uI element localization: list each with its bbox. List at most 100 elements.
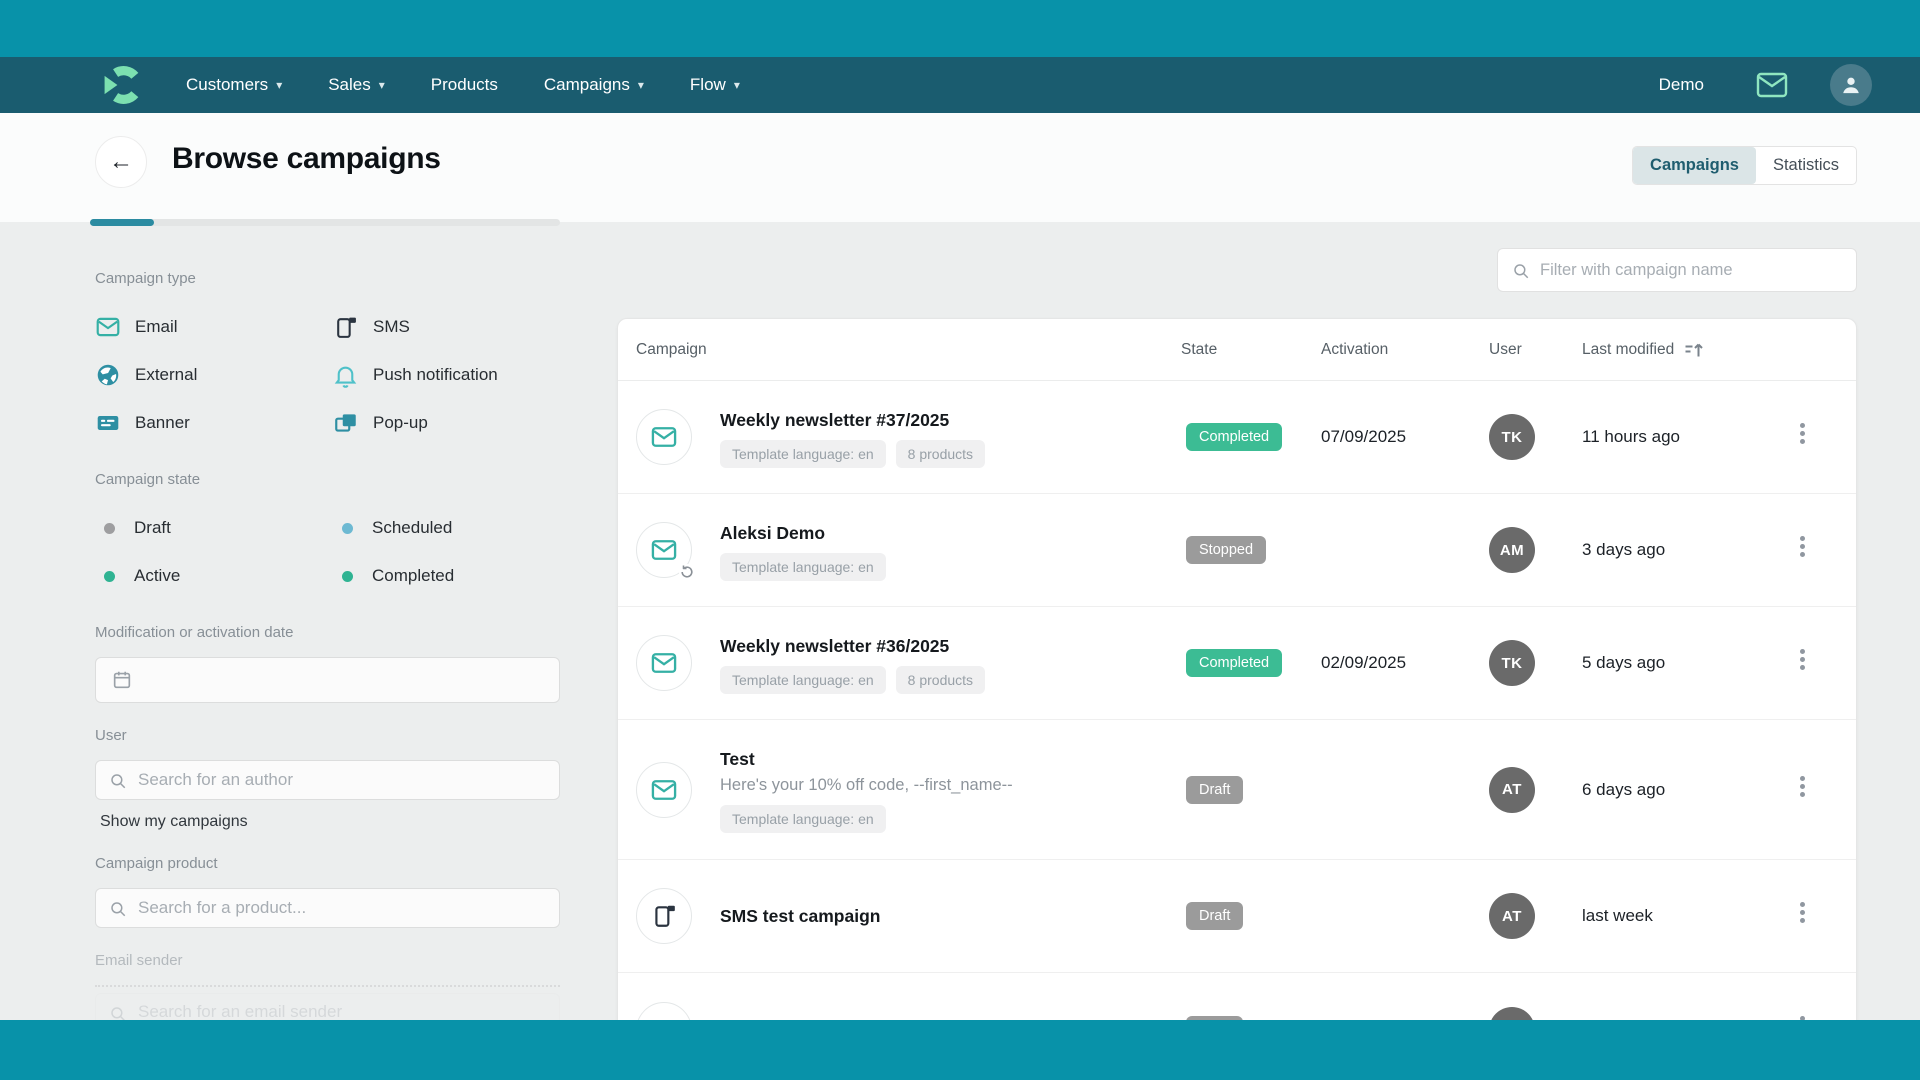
chevron-down-icon: ▾ <box>276 78 282 92</box>
email-icon <box>636 522 692 578</box>
campaign-title[interactable]: Weekly newsletter #37/2025 <box>720 410 985 431</box>
author-search-input[interactable] <box>96 761 559 799</box>
nav-item-sales[interactable]: Sales▾ <box>328 75 385 95</box>
date-input[interactable] <box>95 657 560 703</box>
nav-item-flow[interactable]: Flow▾ <box>690 75 740 95</box>
campaign-filter-search <box>1497 248 1857 292</box>
campaign-tags: Template language: en <box>720 553 886 581</box>
app-window: Customers▾ Sales▾ Products▾ Campaigns▾ F… <box>0 0 1920 1080</box>
tab-campaigns[interactable]: Campaigns <box>1633 147 1756 184</box>
nav-menu: Customers▾ Sales▾ Products▾ Campaigns▾ F… <box>186 75 786 95</box>
email-icon <box>95 314 123 340</box>
product-search-input[interactable] <box>96 889 559 927</box>
filter-type-email[interactable]: Email <box>95 303 333 351</box>
table-row[interactable]: Weekly newsletter #36/2025 Template lang… <box>618 607 1856 720</box>
user-avatar-icon[interactable] <box>1830 64 1872 106</box>
globe-icon <box>95 362 123 388</box>
custobar-logo-icon <box>100 63 144 107</box>
filter-type-banner[interactable]: Banner <box>95 399 333 447</box>
nav-item-customers[interactable]: Customers▾ <box>186 75 282 95</box>
brand-logo[interactable] <box>100 63 144 107</box>
mail-icon[interactable] <box>1756 72 1788 98</box>
sort-icon[interactable] <box>1684 341 1706 359</box>
divider <box>95 985 560 987</box>
search-icon <box>109 900 127 918</box>
email-sender-label: Email sender <box>95 952 560 969</box>
last-modified: last week <box>1582 906 1766 926</box>
row-user-avatar: AT <box>1489 893 1535 939</box>
kebab-menu-icon[interactable] <box>1800 423 1805 428</box>
activation-date: 07/09/2025 <box>1321 427 1489 447</box>
chevron-down-icon: ▾ <box>734 78 740 92</box>
state-badge: Completed <box>1186 423 1282 451</box>
campaign-title[interactable]: Test <box>720 749 1013 770</box>
tab-statistics[interactable]: Statistics <box>1756 147 1856 184</box>
campaign-title[interactable]: Aleksi Demo <box>720 523 886 544</box>
last-modified: 6 days ago <box>1582 780 1766 800</box>
filter-state-active[interactable]: Active <box>95 552 333 600</box>
user-filter-label: User <box>95 727 560 744</box>
kebab-menu-icon[interactable] <box>1800 902 1805 907</box>
back-arrow-icon: ← <box>109 148 133 176</box>
show-my-campaigns-link[interactable]: Show my campaigns <box>100 813 560 831</box>
sidebar-scrollbar-thumb[interactable] <box>90 219 154 226</box>
search-icon <box>1512 262 1530 280</box>
page-header: ← Browse campaigns Campaigns Statistics <box>0 113 1920 222</box>
activation-date: 02/09/2025 <box>1321 653 1489 673</box>
campaign-title[interactable]: Weekly newsletter #36/2025 <box>720 636 985 657</box>
banner-icon <box>95 410 123 436</box>
kebab-menu-icon[interactable] <box>1800 776 1805 781</box>
filter-type-external[interactable]: External <box>95 351 333 399</box>
row-user-avatar: TK <box>1489 640 1535 686</box>
campaign-type-label: Campaign type <box>95 270 560 287</box>
campaign-tag: Template language: en <box>720 440 886 468</box>
chevron-down-icon: ▾ <box>379 78 385 92</box>
product-filter-label: Campaign product <box>95 855 560 872</box>
table-row[interactable]: SMS test campaign Draft AT last week <box>618 860 1856 973</box>
kebab-menu-icon[interactable] <box>1800 536 1805 541</box>
campaign-tag: Template language: en <box>720 805 886 833</box>
col-state: State <box>1181 341 1321 359</box>
nav-item-campaigns[interactable]: Campaigns▾ <box>544 75 644 95</box>
sidebar-scrollbar-track <box>90 219 560 226</box>
popup-icon <box>333 410 361 436</box>
campaign-tags: Template language: en8 products <box>720 440 985 468</box>
filters-sidebar: Campaign type Email SMS <box>95 270 560 1080</box>
account-name[interactable]: Demo <box>1659 75 1704 95</box>
email-icon <box>636 409 692 465</box>
bottom-teal-strip <box>0 1020 1920 1080</box>
campaign-subtitle: Here's your 10% off code, --first_name-- <box>720 776 1013 795</box>
campaign-title[interactable]: SMS test campaign <box>720 906 880 927</box>
kebab-menu-icon[interactable] <box>1800 649 1805 654</box>
filter-state-scheduled[interactable]: Scheduled <box>333 504 560 552</box>
filter-type-popup[interactable]: Pop-up <box>333 399 560 447</box>
email-icon <box>636 635 692 691</box>
filter-state-draft[interactable]: Draft <box>95 504 333 552</box>
table-row[interactable]: Aleksi Demo Template language: en Stoppe… <box>618 494 1856 607</box>
table-row[interactable]: Weekly newsletter #37/2025 Template lang… <box>618 381 1856 494</box>
filter-type-push[interactable]: Push notification <box>333 351 560 399</box>
bell-icon <box>333 363 361 388</box>
sms-icon <box>636 888 692 944</box>
product-search <box>95 888 560 928</box>
last-modified: 11 hours ago <box>1582 427 1766 447</box>
campaign-state-options: Draft Scheduled Active Completed <box>95 504 560 600</box>
back-button[interactable]: ← <box>95 136 147 188</box>
campaign-tag: Template language: en <box>720 666 886 694</box>
main-navbar: Customers▾ Sales▾ Products▾ Campaigns▾ F… <box>0 57 1920 113</box>
campaign-tag: 8 products <box>896 666 985 694</box>
campaign-type-options: Email SMS Extern <box>95 303 560 447</box>
table-row[interactable]: Test Here's your 10% off code, --first_n… <box>618 720 1856 860</box>
email-icon <box>636 762 692 818</box>
campaign-tags: Template language: en 8 products <box>720 666 985 694</box>
filter-state-completed[interactable]: Completed <box>333 552 560 600</box>
filter-type-sms[interactable]: SMS <box>333 303 560 351</box>
campaign-tag: Template language: en <box>720 553 886 581</box>
calendar-icon <box>111 669 133 691</box>
col-campaign: Campaign <box>636 341 1181 359</box>
date-filter-label: Modification or activation date <box>95 624 560 641</box>
nav-item-products[interactable]: Products▾ <box>431 75 498 95</box>
col-user: User <box>1489 341 1582 359</box>
campaign-filter-input[interactable] <box>1498 249 1856 291</box>
last-modified: 5 days ago <box>1582 653 1766 673</box>
